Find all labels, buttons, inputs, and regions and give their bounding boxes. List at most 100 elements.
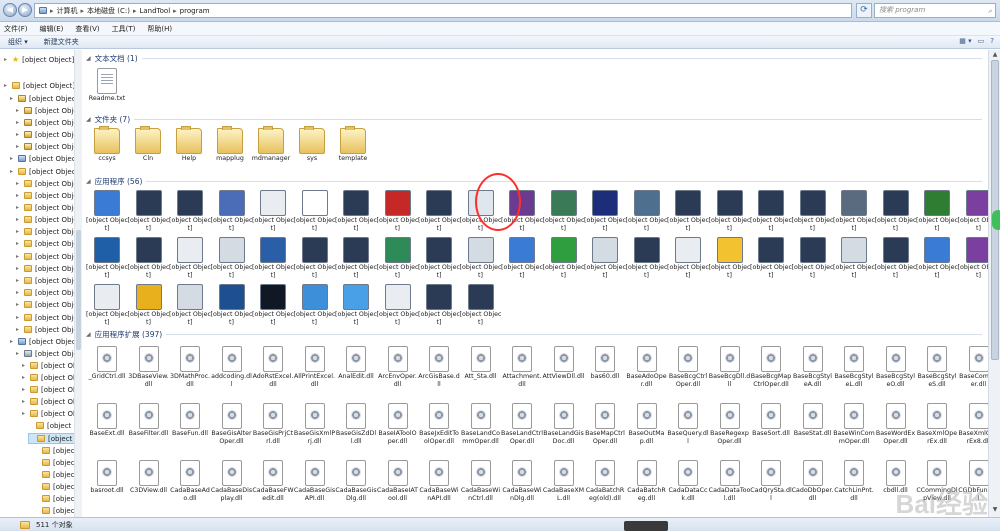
expand-arrow-icon[interactable]: ▸	[16, 350, 21, 357]
expand-arrow-icon[interactable]: ▸	[16, 204, 21, 211]
app-item[interactable]: [object Object]	[128, 237, 170, 280]
group-header[interactable]: ◢ 应用程序 (56)	[84, 175, 988, 187]
app-item[interactable]: [object Object]	[543, 190, 585, 233]
scroll-down-icon[interactable]: ▼	[991, 506, 999, 514]
group-header[interactable]: ◢ 文件夹 (7)	[84, 113, 988, 125]
app-item[interactable]: [object Object]	[543, 237, 585, 280]
app-item[interactable]: [object Object]	[169, 237, 211, 280]
menu-item[interactable]: 帮助(H)	[147, 24, 172, 34]
app-item[interactable]: [object Object]	[377, 284, 419, 327]
dll-item[interactable]: CadaBaseDisplay.dll	[211, 460, 253, 503]
breadcrumb-separator[interactable]: ▸	[133, 7, 137, 15]
app-item[interactable]: [object Object]	[875, 190, 917, 233]
expand-arrow-icon[interactable]: ▸	[22, 374, 27, 381]
expand-arrow-icon[interactable]: ▸	[16, 253, 21, 260]
sidebar-item[interactable]: ▸ [object Object]	[16, 299, 75, 310]
app-item[interactable]: [object Object]	[958, 190, 988, 233]
dll-item[interactable]: bas60.dll	[584, 346, 626, 381]
dll-item[interactable]: Attachment.dll	[501, 346, 543, 389]
expand-arrow-icon[interactable]: ▸	[16, 131, 21, 138]
scroll-up-icon[interactable]: ▲	[991, 51, 999, 59]
app-item[interactable]: [object Object]	[335, 190, 377, 233]
sidebar-item[interactable]: ▸ [object Object]	[16, 202, 75, 213]
expand-arrow-icon[interactable]: ▸	[22, 362, 27, 369]
app-item[interactable]: [object Object]	[294, 190, 336, 233]
app-item[interactable]: [object Object]	[626, 237, 668, 280]
sidebar-item[interactable]: ▸ [object Object]	[16, 129, 75, 140]
dll-item[interactable]: CadaDataTool.dll	[709, 460, 751, 503]
dll-item[interactable]: BaseGisAlterOper.dll	[211, 403, 253, 446]
folder-item[interactable]: mapplug	[209, 126, 251, 163]
dll-item[interactable]: BaseComOper.dll	[958, 346, 988, 389]
app-item[interactable]: [object Object]	[833, 237, 875, 280]
breadcrumb-item[interactable]: LandTool	[139, 7, 170, 15]
expand-arrow-icon[interactable]: ▸	[16, 314, 21, 321]
back-icon[interactable]: ◀	[3, 3, 17, 17]
app-item[interactable]: [object Object]	[335, 284, 377, 327]
sidebar-item[interactable]: ▸ [object Object]	[16, 324, 75, 335]
app-item[interactable]: [object Object]	[211, 237, 253, 280]
dll-item[interactable]: CadaBaseWinDlg.dll	[501, 460, 543, 503]
sidebar-item[interactable]: [object Object]	[34, 505, 75, 516]
sidebar-item[interactable]: ▸ [object Object]	[22, 372, 75, 383]
sidebar-item[interactable]: ▸ [object Object]	[16, 214, 75, 225]
sidebar-item[interactable]: [object Object]	[34, 457, 75, 468]
collapse-arrow-icon[interactable]: ◢	[86, 116, 91, 123]
nav-scroll-thumb[interactable]	[76, 230, 81, 350]
sidebar-item[interactable]: ▸ [object Object]	[10, 153, 75, 164]
app-item[interactable]: [object Object]	[916, 237, 958, 280]
sidebar-item[interactable]: ▸ [object Object]	[16, 105, 75, 116]
sidebar-item[interactable]: ▸ [object Object]	[16, 141, 75, 152]
app-item[interactable]: [object Object]	[128, 190, 170, 233]
dll-item[interactable]: BaseGisXmlPrj.dll	[294, 403, 336, 446]
view-options-icon[interactable]: ▦ ▾	[959, 37, 971, 45]
sidebar-item[interactable]: ▸ [object Object]	[16, 117, 75, 128]
side-widget-icon[interactable]	[992, 210, 1000, 230]
dll-item[interactable]: BaseGisZdDll.dll	[335, 403, 377, 446]
menu-item[interactable]: 查看(V)	[75, 24, 99, 34]
forward-icon[interactable]: ▶	[18, 3, 32, 17]
sidebar-item[interactable]: [object Object]	[28, 433, 75, 444]
dll-item[interactable]: ArcEnvOper.dll	[377, 346, 419, 389]
expand-arrow-icon[interactable]: ▸	[22, 410, 27, 417]
expand-arrow-icon[interactable]: ▸	[10, 95, 15, 102]
dll-item[interactable]: BaseBcgStyleL.dll	[833, 346, 875, 389]
app-item[interactable]: [object Object]	[335, 237, 377, 280]
dll-item[interactable]: CadaBaseGisAPI.dll	[294, 460, 336, 503]
dll-item[interactable]: BaseBcgDll.dll	[709, 346, 751, 389]
dll-item[interactable]: BaseSort.dll	[750, 403, 792, 438]
sidebar-item[interactable]: ▸ [object Object]	[10, 93, 75, 104]
sidebar-item[interactable]: ▸ [object Object]	[22, 360, 75, 371]
breadcrumb-item[interactable]: 本地磁盘 (C:)	[87, 6, 130, 16]
dll-item[interactable]: CadaBaseWinCtrl.dll	[460, 460, 502, 503]
expand-arrow-icon[interactable]: ▸	[16, 289, 21, 296]
app-item[interactable]: [object Object]	[377, 190, 419, 233]
dll-item[interactable]: Att_Sta.dll	[460, 346, 502, 381]
dll-item[interactable]: BaseMapCtrlOper.dll	[584, 403, 626, 446]
app-item[interactable]: [object Object]	[709, 190, 751, 233]
app-item[interactable]: [object Object]	[169, 284, 211, 327]
sidebar-item[interactable]: [object Object]	[34, 445, 75, 456]
dll-item[interactable]: CadaBaseIATool.dll	[377, 460, 419, 503]
help-icon[interactable]: ?	[990, 37, 994, 45]
sidebar-item[interactable]: ▸ [object Object]	[16, 190, 75, 201]
expand-arrow-icon[interactable]: ▸	[16, 143, 21, 150]
sidebar-item[interactable]: ▸ ★ [object Object]	[4, 54, 74, 65]
expand-arrow-icon[interactable]: ▸	[16, 216, 21, 223]
app-item[interactable]: [object Object]	[294, 237, 336, 280]
app-item[interactable]: [object Object]	[294, 284, 336, 327]
dll-item[interactable]: CadaBaseAdo.dll	[169, 460, 211, 503]
folder-item[interactable]: sys	[291, 126, 333, 163]
app-item[interactable]: [object Object]	[667, 237, 709, 280]
app-item[interactable]: [object Object]	[709, 237, 751, 280]
expand-arrow-icon[interactable]: ▸	[16, 277, 21, 284]
dll-item[interactable]: ArcGisBase.dll	[418, 346, 460, 389]
expand-arrow-icon[interactable]: ▸	[16, 240, 21, 247]
dll-item[interactable]: CadaBaseXML.dll	[543, 460, 585, 503]
dll-item[interactable]: CadaBatchReg.dll	[626, 460, 668, 503]
expand-arrow-icon[interactable]: ▸	[22, 398, 27, 405]
breadcrumb-separator[interactable]: ▸	[81, 7, 85, 15]
sidebar-item[interactable]: ▸ [object Object]	[16, 312, 75, 323]
expand-arrow-icon[interactable]: ▸	[16, 192, 21, 199]
breadcrumb-separator[interactable]: ▸	[173, 7, 177, 15]
